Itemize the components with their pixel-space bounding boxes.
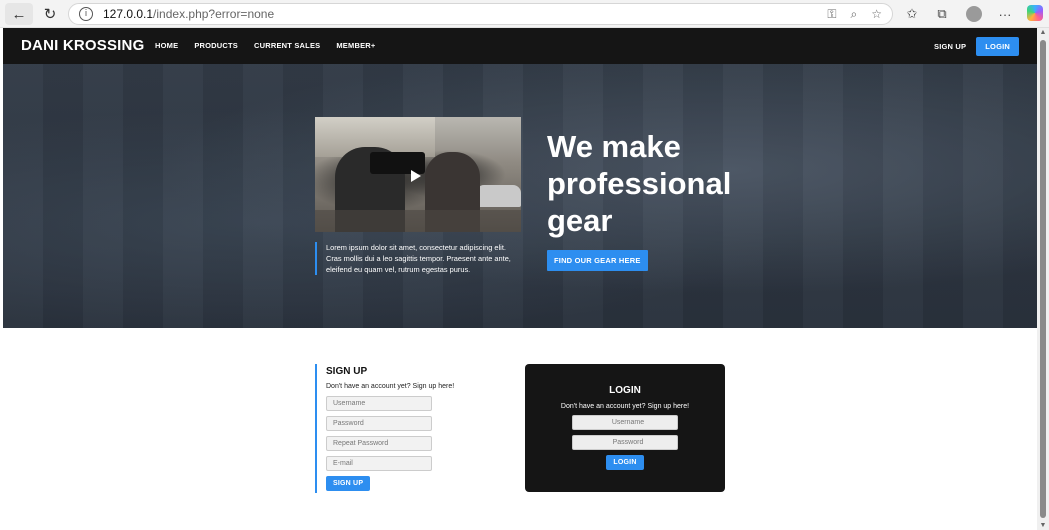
login-title: LOGIN [609, 385, 641, 396]
login-username-field[interactable]: Username [572, 415, 678, 430]
scrollbar-thumb[interactable] [1040, 40, 1046, 518]
key-icon[interactable]: ⚿ [827, 7, 836, 22]
star-icon[interactable]: ☆ [871, 7, 882, 22]
signup-username-field[interactable]: Username [326, 396, 432, 411]
nav-login-button[interactable]: LOGIN [976, 37, 1019, 56]
hero-caption: Lorem ipsum dolor sit amet, consectetur … [315, 242, 520, 275]
favorites-icon[interactable]: ✩ [901, 4, 923, 24]
url-path: /index.php?error=none [153, 7, 275, 21]
nav-home[interactable]: HOME [155, 41, 178, 50]
site-info-icon[interactable]: i [79, 7, 93, 21]
play-icon[interactable] [411, 170, 421, 182]
more-menu-icon[interactable]: ··· [994, 4, 1016, 24]
extensions-icon[interactable]: ⧉ [931, 4, 953, 24]
nav-products[interactable]: PRODUCTS [194, 41, 238, 50]
zoom-icon[interactable]: ⌕ [851, 7, 858, 22]
nav-member-plus[interactable]: MEMBER+ [336, 41, 375, 50]
web-page: DANI KROSSING HOME PRODUCTS CURRENT SALE… [3, 28, 1037, 530]
url-host: 127.0.0.1 [103, 7, 154, 21]
nav-current-sales[interactable]: CURRENT SALES [254, 41, 320, 50]
site-navbar: DANI KROSSING HOME PRODUCTS CURRENT SALE… [3, 28, 1037, 64]
hero-section: Lorem ipsum dolor sit amet, consectetur … [3, 64, 1037, 328]
profile-avatar[interactable] [966, 6, 982, 22]
hero-title: We make professional gear [547, 129, 732, 238]
signup-subtitle: Don't have an account yet? Sign up here! [326, 383, 455, 390]
find-gear-button[interactable]: FIND OUR GEAR HERE [547, 250, 648, 271]
address-bar[interactable]: i 127.0.0.1/index.php?error=none ⚿ ⌕ ☆ [68, 3, 893, 25]
scroll-up-arrow-icon[interactable]: ▲ [1039, 29, 1047, 36]
login-button[interactable]: LOGIN [606, 455, 644, 470]
login-form: LOGIN Don't have an account yet? Sign up… [525, 364, 725, 492]
signup-password-field[interactable]: Password [326, 416, 432, 431]
signup-repeat-password-field[interactable]: Repeat Password [326, 436, 432, 451]
signup-form: SIGN UP Don't have an account yet? Sign … [315, 364, 505, 493]
video-thumbnail[interactable] [315, 117, 521, 232]
scroll-down-arrow-icon[interactable]: ▼ [1039, 522, 1047, 529]
reload-icon[interactable]: ↻ [36, 3, 64, 25]
back-arrow-icon[interactable]: ← [5, 3, 33, 25]
signup-button[interactable]: SIGN UP [326, 476, 371, 491]
brand-logo[interactable]: DANI KROSSING [21, 37, 144, 54]
login-password-field[interactable]: Password [572, 435, 678, 450]
signup-title: SIGN UP [326, 366, 368, 377]
login-subtitle: Don't have an account yet? Sign up here! [560, 403, 690, 410]
browser-toolbar: ← ↻ i 127.0.0.1/index.php?error=none ⚿ ⌕… [0, 0, 1049, 28]
signup-email-field[interactable]: E-mail [326, 456, 432, 471]
copilot-icon[interactable] [1027, 5, 1043, 21]
page-scrollbar[interactable]: ▲ ▼ [1037, 28, 1049, 530]
nav-signup-link[interactable]: SIGN UP [934, 42, 966, 51]
